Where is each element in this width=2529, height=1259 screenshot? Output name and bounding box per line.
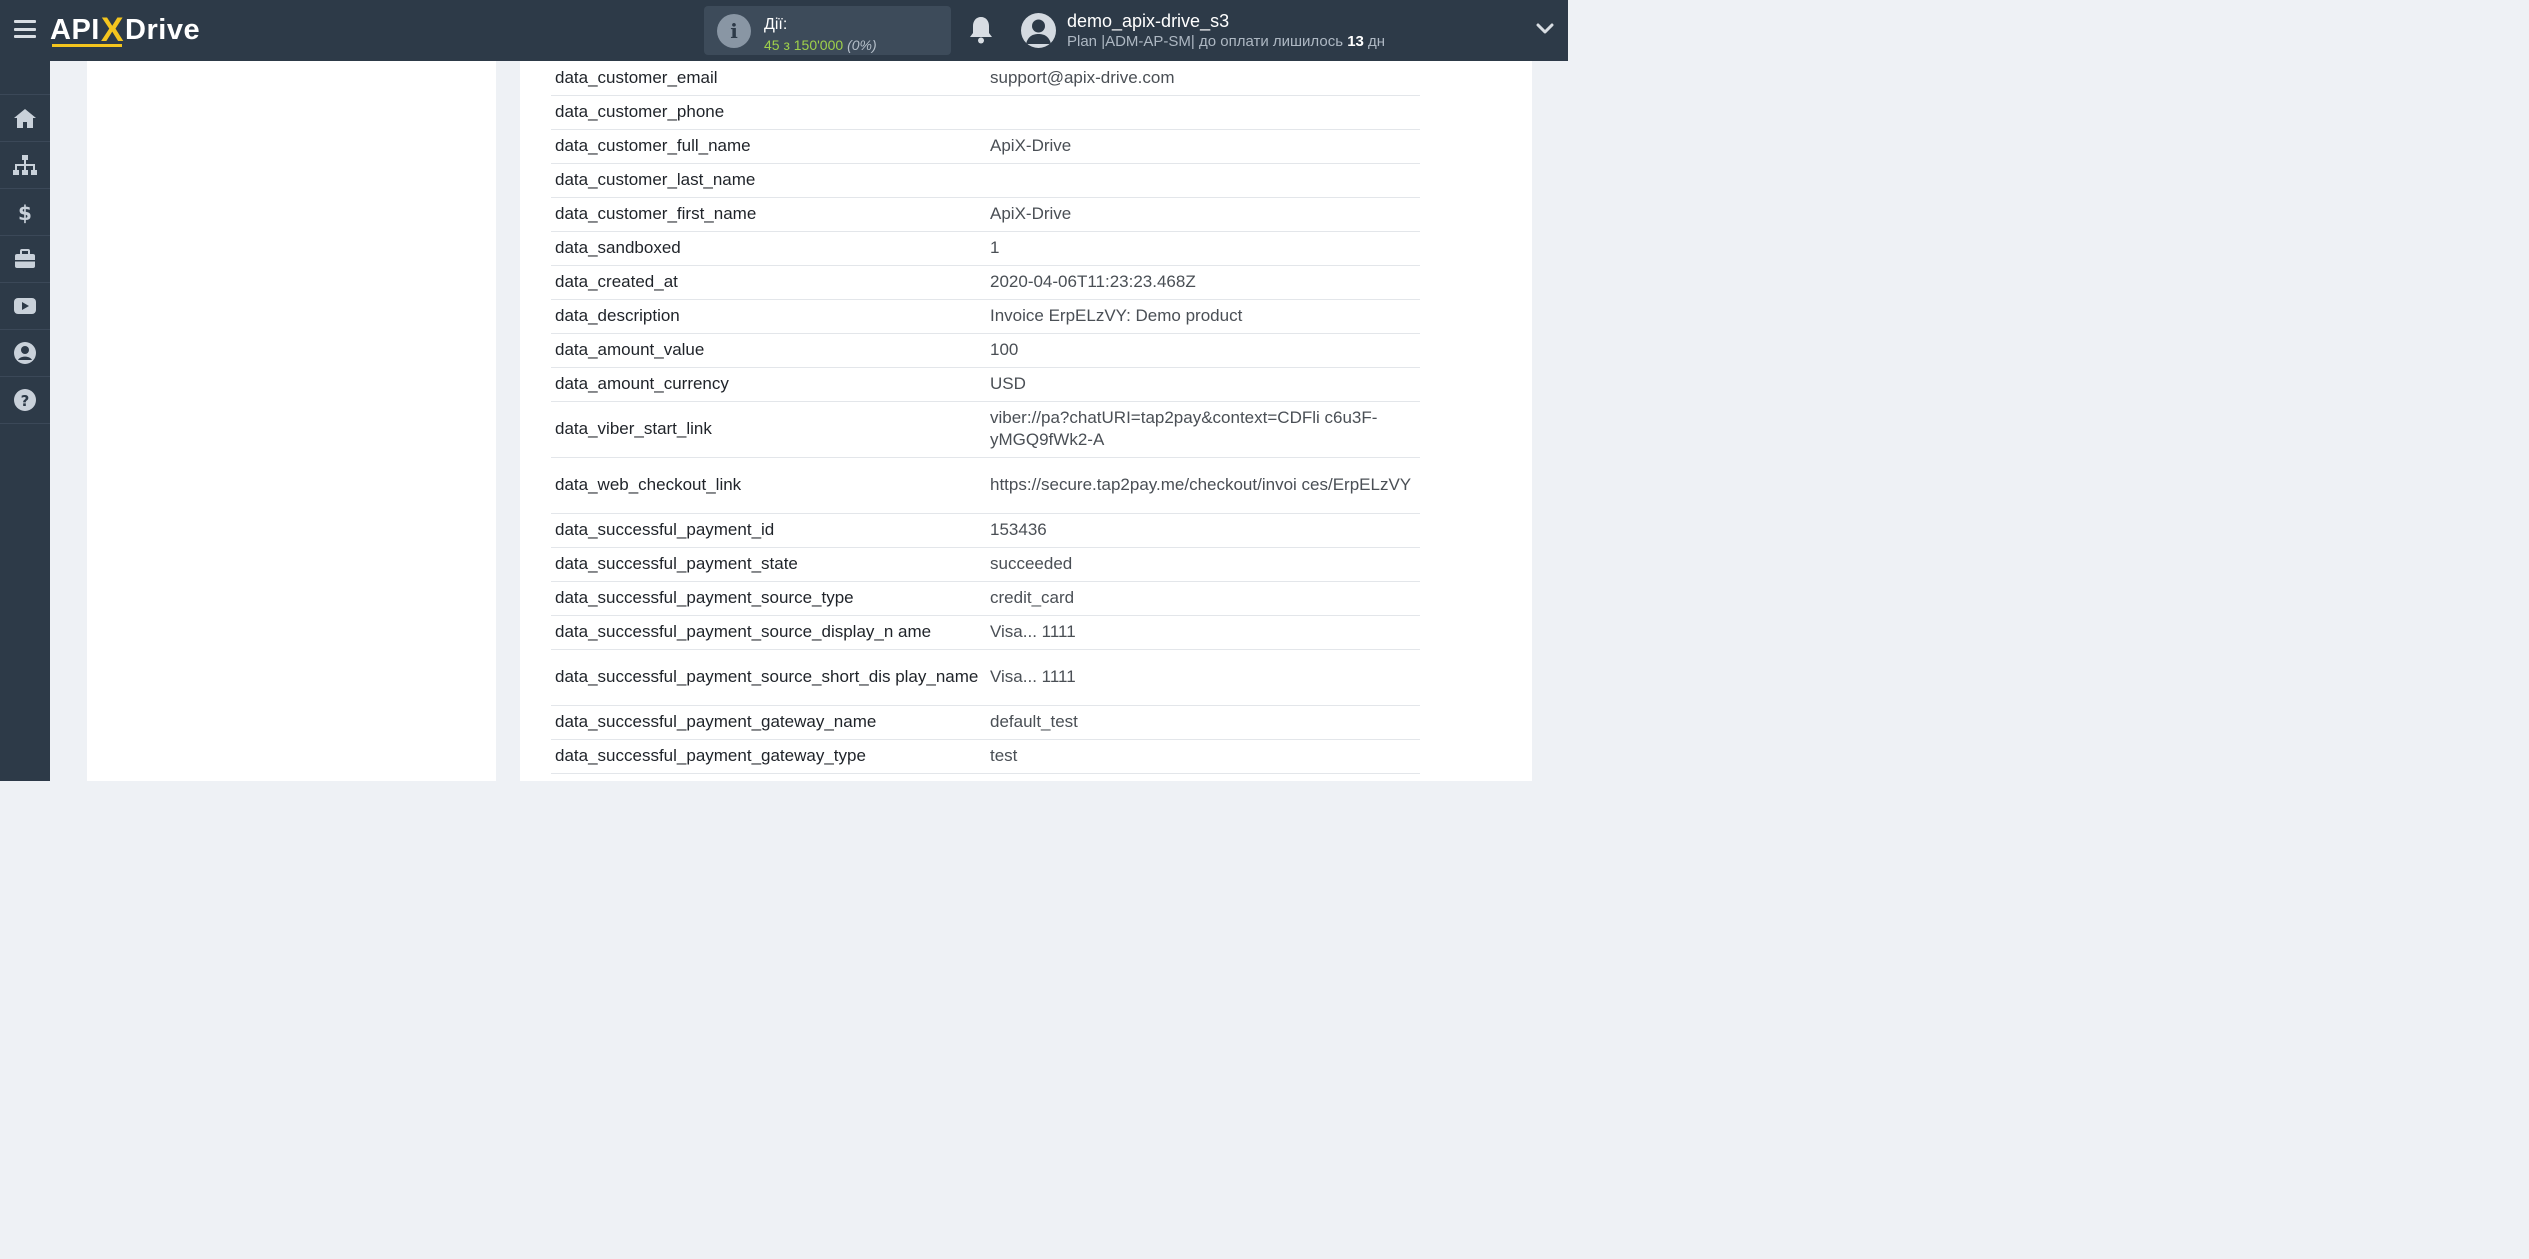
table-row: data_customer_email support@apix-drive.co… [551, 61, 1420, 96]
user-plan: Plan |ADM-AP-SM| до оплати лишилось 13 д… [1067, 33, 1386, 50]
logo-text-api: API [50, 13, 100, 46]
table-row: data_customer_first_name ApiX-Drive [551, 197, 1420, 232]
field-name: data_description [551, 299, 986, 334]
field-name: data_amount_currency [551, 367, 986, 402]
data-table: data_customer_email support@apix-drive.co… [551, 61, 1420, 774]
sidebar-item-help[interactable]: ? [0, 377, 50, 424]
field-name: data_sandboxed [551, 231, 986, 266]
dollar-icon: $ [18, 201, 32, 225]
table-row: data_amount_currency USD [551, 367, 1420, 402]
table-row: data_web_checkout_link https://secure.tap… [551, 457, 1420, 514]
field-name: data_successful_payment_source_type [551, 581, 986, 616]
sidebar-item-billing[interactable]: $ [0, 189, 50, 236]
table-row: data_successful_payment_source_display_n… [551, 615, 1420, 650]
sidebar-item-home[interactable] [0, 95, 50, 142]
field-name: data_customer_full_name [551, 129, 986, 164]
briefcase-icon [15, 249, 35, 268]
field-value: Visa... 1111 [986, 649, 1420, 706]
svg-text:$: $ [18, 201, 32, 225]
field-value: ApiX-Drive [986, 129, 1420, 164]
actions-counter[interactable]: i Дії: 45 з 150'000 (0%) [704, 6, 951, 55]
field-name: data_successful_payment_id [551, 513, 986, 548]
field-value [986, 95, 1420, 130]
table-row: data_created_at 2020-04-06T11:23:23.468Z [551, 265, 1420, 300]
bell-icon[interactable] [968, 15, 994, 45]
table-row: data_amount_value 100 [551, 333, 1420, 368]
field-name: data_viber_start_link [551, 401, 986, 458]
actions-count: 45 з 150'000 (0%) [764, 37, 877, 53]
field-value: Invoice ErpELzVY: Demo product [986, 299, 1420, 334]
logo-underline [52, 44, 122, 47]
field-value: viber://pa?chatURI=tap2pay&context=CDFli… [986, 401, 1420, 458]
left-panel [87, 61, 496, 287]
field-value: https://secure.tap2pay.me/checkout/invoi… [986, 457, 1420, 514]
field-value: 153436 [986, 513, 1420, 548]
table-row: data_successful_payment_source_type credi… [551, 581, 1420, 616]
top-bar: API X Drive i Дії: 45 з 150'000 (0%) demo_… [0, 0, 1568, 61]
avatar[interactable] [1021, 13, 1056, 48]
field-name: data_customer_last_name [551, 163, 986, 198]
table-row: data_successful_payment_gateway_type test [551, 739, 1420, 774]
table-row: data_successful_payment_gateway_name defa… [551, 705, 1420, 740]
field-name: data_customer_email [551, 61, 986, 96]
field-value: ApiX-Drive [986, 197, 1420, 232]
table-row: data_successful_payment_id 153436 [551, 513, 1420, 548]
left-panel-lower [87, 287, 496, 781]
table-row: data_customer_last_name [551, 163, 1420, 198]
svg-text:?: ? [21, 392, 30, 410]
table-row: data_successful_payment_source_short_dis… [551, 649, 1420, 706]
sitemap-icon [13, 155, 37, 175]
field-name: data_web_checkout_link [551, 457, 986, 514]
field-name: data_successful_payment_state [551, 547, 986, 582]
field-name: data_created_at [551, 265, 986, 300]
table-row: data_customer_phone [551, 95, 1420, 130]
field-value: 100 [986, 333, 1420, 368]
field-value: 1 [986, 231, 1420, 266]
sidebar-item-profile[interactable] [0, 330, 50, 377]
sidebar: $ ? [0, 61, 50, 781]
field-name: data_successful_payment_gateway_type [551, 739, 986, 774]
info-icon: i [717, 14, 751, 48]
logo[interactable]: API X Drive [50, 10, 200, 50]
sidebar-item-tools[interactable] [0, 236, 50, 283]
field-name: data_successful_payment_gateway_name [551, 705, 986, 740]
field-name: data_amount_value [551, 333, 986, 368]
table-row: data_successful_payment_state succeeded [551, 547, 1420, 582]
user-name[interactable]: demo_apix-drive_s3 [1067, 11, 1229, 32]
logo-text-drive: Drive [125, 13, 201, 46]
field-name: data_customer_first_name [551, 197, 986, 232]
user-icon [14, 342, 36, 364]
field-value: support@apix-drive.com [986, 61, 1420, 96]
field-value: default_test [986, 705, 1420, 740]
home-icon [14, 109, 36, 128]
chevron-down-icon[interactable] [1536, 22, 1554, 36]
sidebar-item-connections[interactable] [0, 142, 50, 189]
table-row: data_sandboxed 1 [551, 231, 1420, 266]
field-name: data_customer_phone [551, 95, 986, 130]
field-value [986, 163, 1420, 198]
field-name: data_successful_payment_source_display_n… [551, 615, 986, 650]
field-value: test [986, 739, 1420, 774]
table-row: data_customer_full_name ApiX-Drive [551, 129, 1420, 164]
field-name: data_successful_payment_source_short_dis… [551, 649, 986, 706]
actions-label: Дії: [764, 16, 788, 33]
field-value: credit_card [986, 581, 1420, 616]
table-row: data_viber_start_link viber://pa?chatURI=… [551, 401, 1420, 458]
field-value: 2020-04-06T11:23:23.468Z [986, 265, 1420, 300]
field-value: Visa... 1111 [986, 615, 1420, 650]
sidebar-spacer [0, 61, 50, 95]
field-value: succeeded [986, 547, 1420, 582]
table-row: data_description Invoice ErpELzVY: Demo p… [551, 299, 1420, 334]
menu-icon[interactable] [14, 20, 36, 38]
help-icon: ? [14, 389, 36, 411]
youtube-icon [14, 298, 36, 314]
sidebar-item-video[interactable] [0, 283, 50, 330]
field-value: USD [986, 367, 1420, 402]
